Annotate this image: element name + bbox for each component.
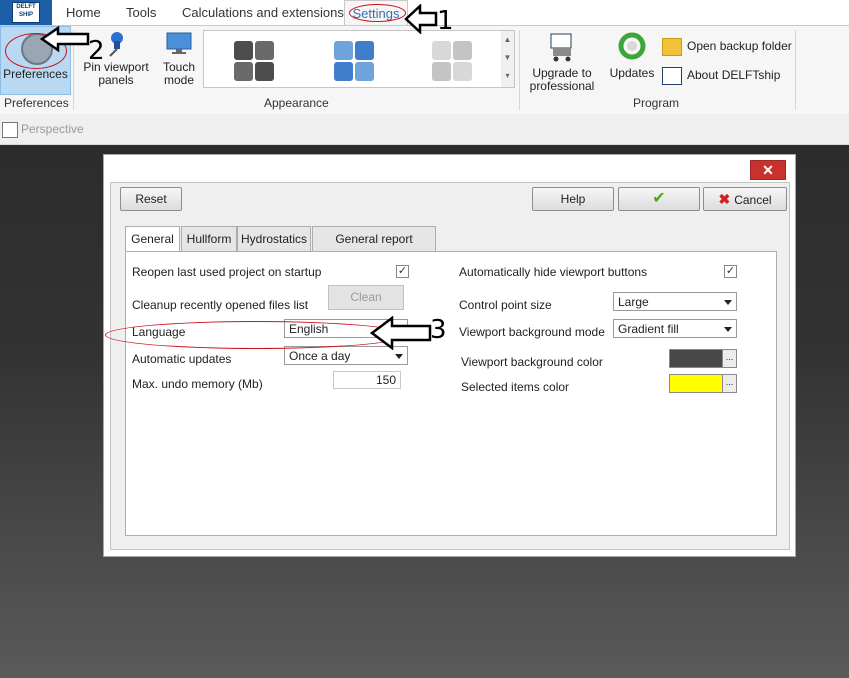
gallery-scroll[interactable]: ▲ ▼ ▾ xyxy=(501,30,515,88)
delftship-cart-icon xyxy=(550,33,572,62)
refresh-icon xyxy=(618,32,646,60)
ok-button[interactable]: ✔ xyxy=(618,187,700,211)
cancel-label: Cancel xyxy=(734,193,772,207)
viewport-background-color-picker[interactable]: ... xyxy=(669,349,737,368)
touch-line2: mode xyxy=(163,73,195,87)
appearance-gallery[interactable] xyxy=(203,30,503,88)
delftship-logo-icon xyxy=(2,122,18,138)
chevron-down-icon xyxy=(724,300,732,305)
pushpin-icon xyxy=(109,32,123,57)
perspective-label: Perspective xyxy=(21,122,84,136)
upgrade-line2: professional xyxy=(529,79,595,93)
about-label: About DELFTship xyxy=(687,68,781,83)
cancel-button[interactable]: ✖ Cancel xyxy=(703,187,787,211)
ellipsis-button[interactable]: ... xyxy=(722,350,736,367)
control-point-size-select[interactable]: Large xyxy=(613,292,737,311)
preferences-label: Preferences xyxy=(3,67,68,81)
reset-button[interactable]: Reset xyxy=(120,187,182,211)
tab-general[interactable]: General xyxy=(125,226,180,253)
selected-items-color-picker[interactable]: ... xyxy=(669,374,737,393)
touch-mode-button[interactable]: Touch mode xyxy=(158,31,200,87)
ribbon-panel: Preferences Pin viewport panels Touch mo… xyxy=(0,25,849,115)
updates-label: Updates xyxy=(609,66,655,80)
clean-button[interactable]: Clean xyxy=(328,285,404,310)
help-button[interactable]: Help xyxy=(532,187,614,211)
theme-blue-swatch[interactable] xyxy=(332,39,374,81)
group-preferences-label: Preferences xyxy=(4,96,69,110)
annotation-number-2: 2 xyxy=(88,36,105,66)
reopen-last-project-checkbox[interactable]: ✓ xyxy=(396,265,409,278)
preferences-dialog: ✕ Reset Help ✔ ✖ Cancel General Hullform … xyxy=(103,154,796,557)
viewport-background-color-label: Viewport background color xyxy=(461,355,603,369)
annotation-number-1: 1 xyxy=(437,6,454,36)
open-backup-folder-button[interactable]: Open backup folder xyxy=(662,38,802,56)
viewport-background-mode-label: Viewport background mode xyxy=(459,325,605,339)
ellipsis-button[interactable]: ... xyxy=(722,375,736,392)
chevron-down-icon xyxy=(724,327,732,332)
selected-items-color-label: Selected items color xyxy=(461,380,570,394)
reopen-last-project-label: Reopen last used project on startup xyxy=(132,265,322,279)
about-delftship-button[interactable]: About DELFTship xyxy=(662,67,802,85)
general-settings-panel: Reopen last used project on startup ✓ Cl… xyxy=(125,251,777,536)
annotation-ring-language xyxy=(105,321,407,349)
cancel-x-icon: ✖ xyxy=(718,191,731,207)
theme-dark-swatch[interactable] xyxy=(232,39,274,81)
tab-general-report-settings[interactable]: General report settings xyxy=(312,226,436,270)
annotation-number-3: 3 xyxy=(430,315,447,345)
tab-calculations-and-extensions[interactable]: Calculations and extensions xyxy=(182,0,344,25)
viewport-title-bar: Perspective xyxy=(0,114,849,145)
app-menu-button[interactable]: DELFT SHIP xyxy=(0,0,52,25)
upgrade-to-professional-button[interactable]: Upgrade to professional xyxy=(525,31,599,93)
annotation-arrow-icon xyxy=(404,4,438,34)
theme-light-swatch[interactable] xyxy=(430,39,472,81)
chevron-up-icon[interactable]: ▲ xyxy=(501,31,514,49)
auto-hide-viewport-buttons-checkbox[interactable]: ✓ xyxy=(724,265,737,278)
delftship-logo-icon: DELFT SHIP xyxy=(12,2,40,23)
viewport-background-mode-value: Gradient fill xyxy=(618,322,679,336)
max-undo-memory-label: Max. undo memory (Mb) xyxy=(132,377,263,391)
annotation-ring-settings xyxy=(349,4,406,22)
ribbon-separator xyxy=(519,30,520,110)
tab-hydrostatics[interactable]: Hydrostatics xyxy=(237,226,311,252)
chevron-down-icon xyxy=(395,354,403,359)
chevron-down-icon[interactable]: ▼ xyxy=(501,49,514,67)
pin-line2: panels xyxy=(98,73,134,87)
automatic-updates-value: Once a day xyxy=(289,349,351,363)
tab-tools[interactable]: Tools xyxy=(126,0,156,25)
group-appearance-label: Appearance xyxy=(264,96,329,110)
tab-home[interactable]: Home xyxy=(66,0,101,25)
close-button[interactable]: ✕ xyxy=(750,160,786,180)
max-undo-memory-input[interactable]: 150 xyxy=(333,371,401,389)
tab-hullform[interactable]: Hullform xyxy=(181,226,237,252)
gallery-more-icon[interactable]: ▾ xyxy=(501,67,514,85)
group-program-label: Program xyxy=(633,96,680,110)
auto-hide-viewport-buttons-label: Automatically hide viewport buttons xyxy=(459,265,648,279)
automatic-updates-label: Automatic updates xyxy=(132,352,232,366)
control-point-size-label: Control point size xyxy=(459,298,552,312)
cleanup-recent-files-label: Cleanup recently opened files list xyxy=(132,298,309,312)
ribbon-separator xyxy=(795,30,796,110)
updates-button[interactable]: Updates xyxy=(607,31,657,80)
control-point-size-value: Large xyxy=(618,295,649,309)
viewport-background-mode-select[interactable]: Gradient fill xyxy=(613,319,737,338)
checkmark-icon: ✔ xyxy=(652,190,666,207)
folder-icon xyxy=(662,38,682,56)
delftship-logo-icon xyxy=(662,67,682,85)
annotation-arrow-icon xyxy=(40,26,90,52)
touch-screen-icon xyxy=(166,32,192,54)
dialog-body: Reset Help ✔ ✖ Cancel General Hullform Hy… xyxy=(110,182,790,550)
open-backup-folder-label: Open backup folder xyxy=(687,39,792,54)
annotation-arrow-icon xyxy=(370,316,432,350)
